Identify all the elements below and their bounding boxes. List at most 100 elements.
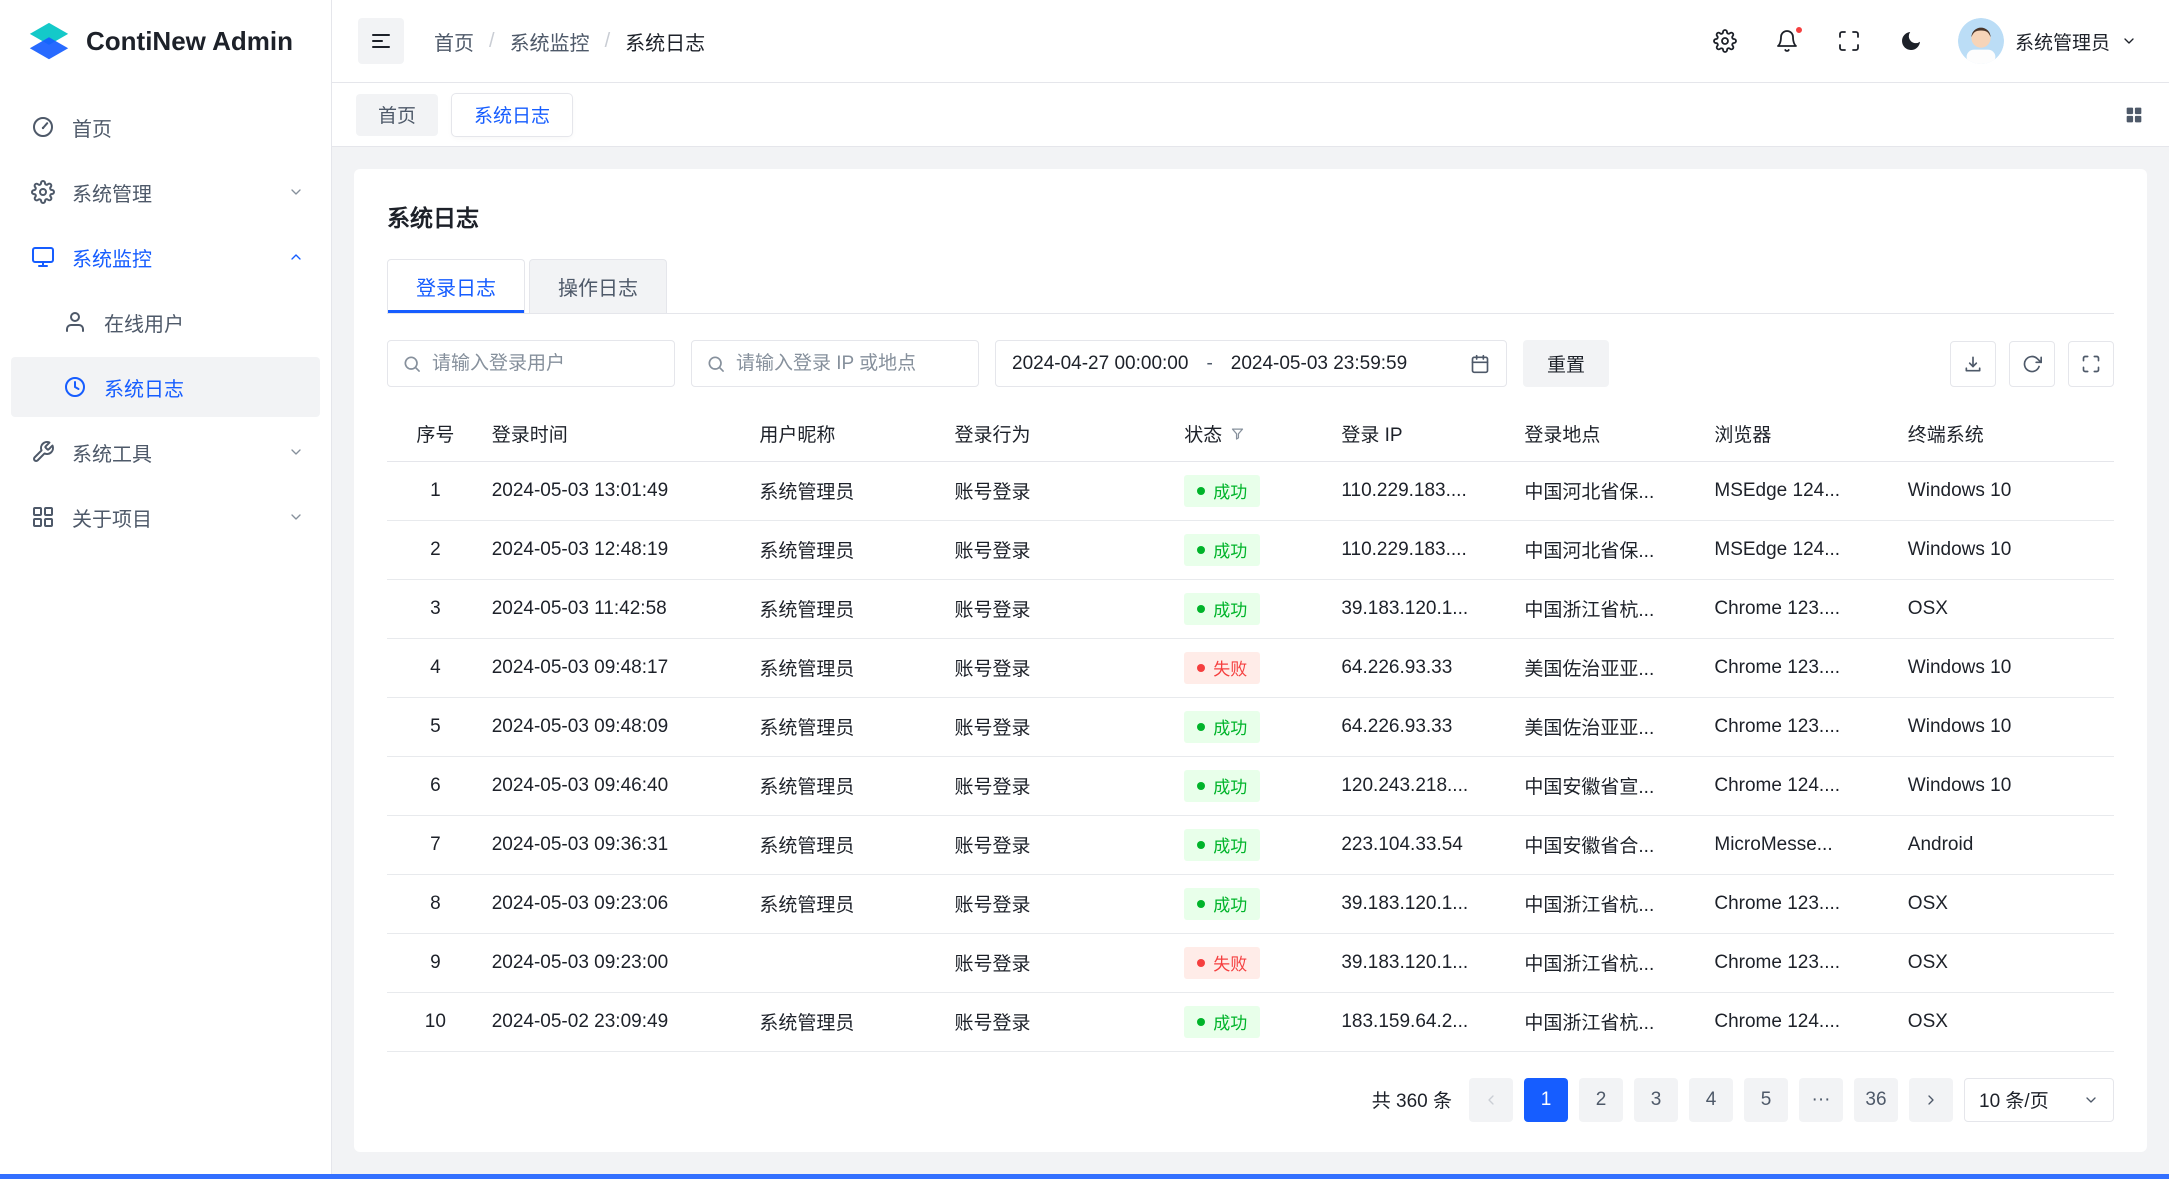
tab-home[interactable]: 首页 [356,94,438,136]
cell-location: 中国河北省保... [1516,520,1706,579]
table-fullscreen-button[interactable] [2068,341,2114,387]
tab-actions-grid-icon[interactable] [2123,104,2145,126]
cell-status: 成功 [1176,461,1333,520]
expand-icon [2081,354,2101,374]
status-dot-icon [1197,487,1205,495]
cell-location: 中国浙江省杭... [1516,933,1706,992]
refresh-button[interactable] [2009,341,2055,387]
status-badge: 成功 [1184,770,1260,802]
column-label: 终端系统 [1908,420,1984,447]
collapse-menu-button[interactable] [358,18,404,64]
cell-browser: Chrome 124.... [1706,992,1899,1051]
breadcrumb-item[interactable]: 系统监控 [510,27,590,56]
sidebar-item-system-tools[interactable]: 系统工具 [11,422,320,482]
cell-ip: 39.183.120.1... [1333,874,1516,933]
cell-action: 账号登录 [947,579,1177,638]
cell-status: 成功 [1176,697,1333,756]
cell-nickname: 系统管理员 [751,874,946,933]
cell-location: 中国浙江省杭... [1516,874,1706,933]
cell-os: OSX [1900,579,2114,638]
page-number-button[interactable]: 36 [1854,1078,1898,1122]
cell-nickname: 系统管理员 [751,815,946,874]
page-number-button[interactable]: 5 [1744,1078,1788,1122]
chevron-down-icon [288,444,304,460]
cell-os: Windows 10 [1900,756,2114,815]
status-badge: 成功 [1184,888,1260,920]
page-number-list: 12345···36 [1524,1078,1898,1122]
status-badge: 成功 [1184,1006,1260,1038]
next-page-button[interactable] [1909,1078,1953,1122]
login-user-input[interactable] [432,353,660,375]
cell-os: OSX [1900,933,2114,992]
chevron-up-icon [288,249,304,265]
pagination: 共 360 条 12345···36 10 条/页 [387,1078,2114,1122]
sidebar: ContiNew Admin 首页 系统管理 系统监控 在线用户 [0,0,332,1179]
sidebar-item-system-log[interactable]: 系统日志 [11,357,320,417]
column-header: 登录行为 [947,407,1177,461]
export-download-button[interactable] [1950,341,1996,387]
dashboard-icon [31,115,55,139]
download-icon [1963,354,1983,374]
page-size-select[interactable]: 10 条/页 [1964,1078,2114,1122]
fullscreen-icon[interactable] [1834,26,1864,56]
topbar-actions: 系统管理员 [1710,18,2137,64]
dark-mode-moon-icon[interactable] [1896,26,1926,56]
sidebar-item-label: 在线用户 [104,308,184,337]
notification-bell-icon[interactable] [1772,26,1802,56]
page-tabbar: 首页 系统日志 [332,83,2169,147]
sidebar-item-label: 系统监控 [72,243,152,272]
page-number-button[interactable]: 2 [1579,1078,1623,1122]
refresh-icon [2022,354,2042,374]
column-label: 登录行为 [955,420,1031,447]
cell-index: 4 [387,638,484,697]
monitor-icon [31,245,55,269]
date-start: 2024-04-27 00:00:00 [1012,353,1188,375]
sidebar-item-system-monitor[interactable]: 系统监控 [11,227,320,287]
tab-operation-log[interactable]: 操作日志 [529,259,667,313]
cell-nickname: 系统管理员 [751,461,946,520]
cell-location: 美国佐治亚亚... [1516,638,1706,697]
column-header: 登录地点 [1516,407,1706,461]
sidebar-item-home[interactable]: 首页 [11,97,320,157]
status-badge: 失败 [1184,652,1260,684]
tab-system-log[interactable]: 系统日志 [452,94,572,136]
sidebar-item-about-project[interactable]: 关于项目 [11,487,320,547]
cell-ip: 110.229.183.... [1333,520,1516,579]
sidebar-item-system-management[interactable]: 系统管理 [11,162,320,222]
status-badge: 成功 [1184,829,1260,861]
login-ip-input[interactable] [736,353,964,375]
page-ellipsis-button[interactable]: ··· [1799,1078,1843,1122]
page-title: 系统日志 [387,199,2114,233]
cell-os: OSX [1900,874,2114,933]
column-header: 终端系统 [1900,407,2114,461]
column-header: 登录 IP [1333,407,1516,461]
notification-dot [1794,25,1804,35]
prev-page-button[interactable] [1469,1078,1513,1122]
filter-icon[interactable] [1230,426,1245,441]
date-range-picker[interactable]: 2024-04-27 00:00:00 - 2024-05-03 23:59:5… [995,340,1507,387]
cell-index: 5 [387,697,484,756]
cell-ip: 223.104.33.54 [1333,815,1516,874]
date-separator: - [1206,353,1212,375]
sidebar-item-online-users[interactable]: 在线用户 [11,292,320,352]
cell-status: 成功 [1176,992,1333,1051]
cell-login-time: 2024-05-03 09:48:17 [484,638,752,697]
cell-os: Windows 10 [1900,461,2114,520]
reset-button[interactable]: 重置 [1523,340,1609,387]
status-dot-icon [1197,900,1205,908]
cell-browser: Chrome 124.... [1706,756,1899,815]
user-menu[interactable]: 系统管理员 [1958,18,2137,64]
column-header: 用户昵称 [751,407,946,461]
menu-fold-icon [369,29,393,53]
log-type-tabs: 登录日志 操作日志 [387,259,2114,314]
cell-nickname: 系统管理员 [751,697,946,756]
page-number-button[interactable]: 4 [1689,1078,1733,1122]
column-label: 登录时间 [492,420,568,447]
page-number-button[interactable]: 1 [1524,1078,1568,1122]
breadcrumb-item[interactable]: 首页 [434,27,474,56]
cell-index: 1 [387,461,484,520]
tab-login-log[interactable]: 登录日志 [387,259,525,313]
table-body: 12024-05-03 13:01:49系统管理员账号登录成功110.229.1… [387,461,2114,1051]
page-number-button[interactable]: 3 [1634,1078,1678,1122]
settings-icon[interactable] [1710,26,1740,56]
